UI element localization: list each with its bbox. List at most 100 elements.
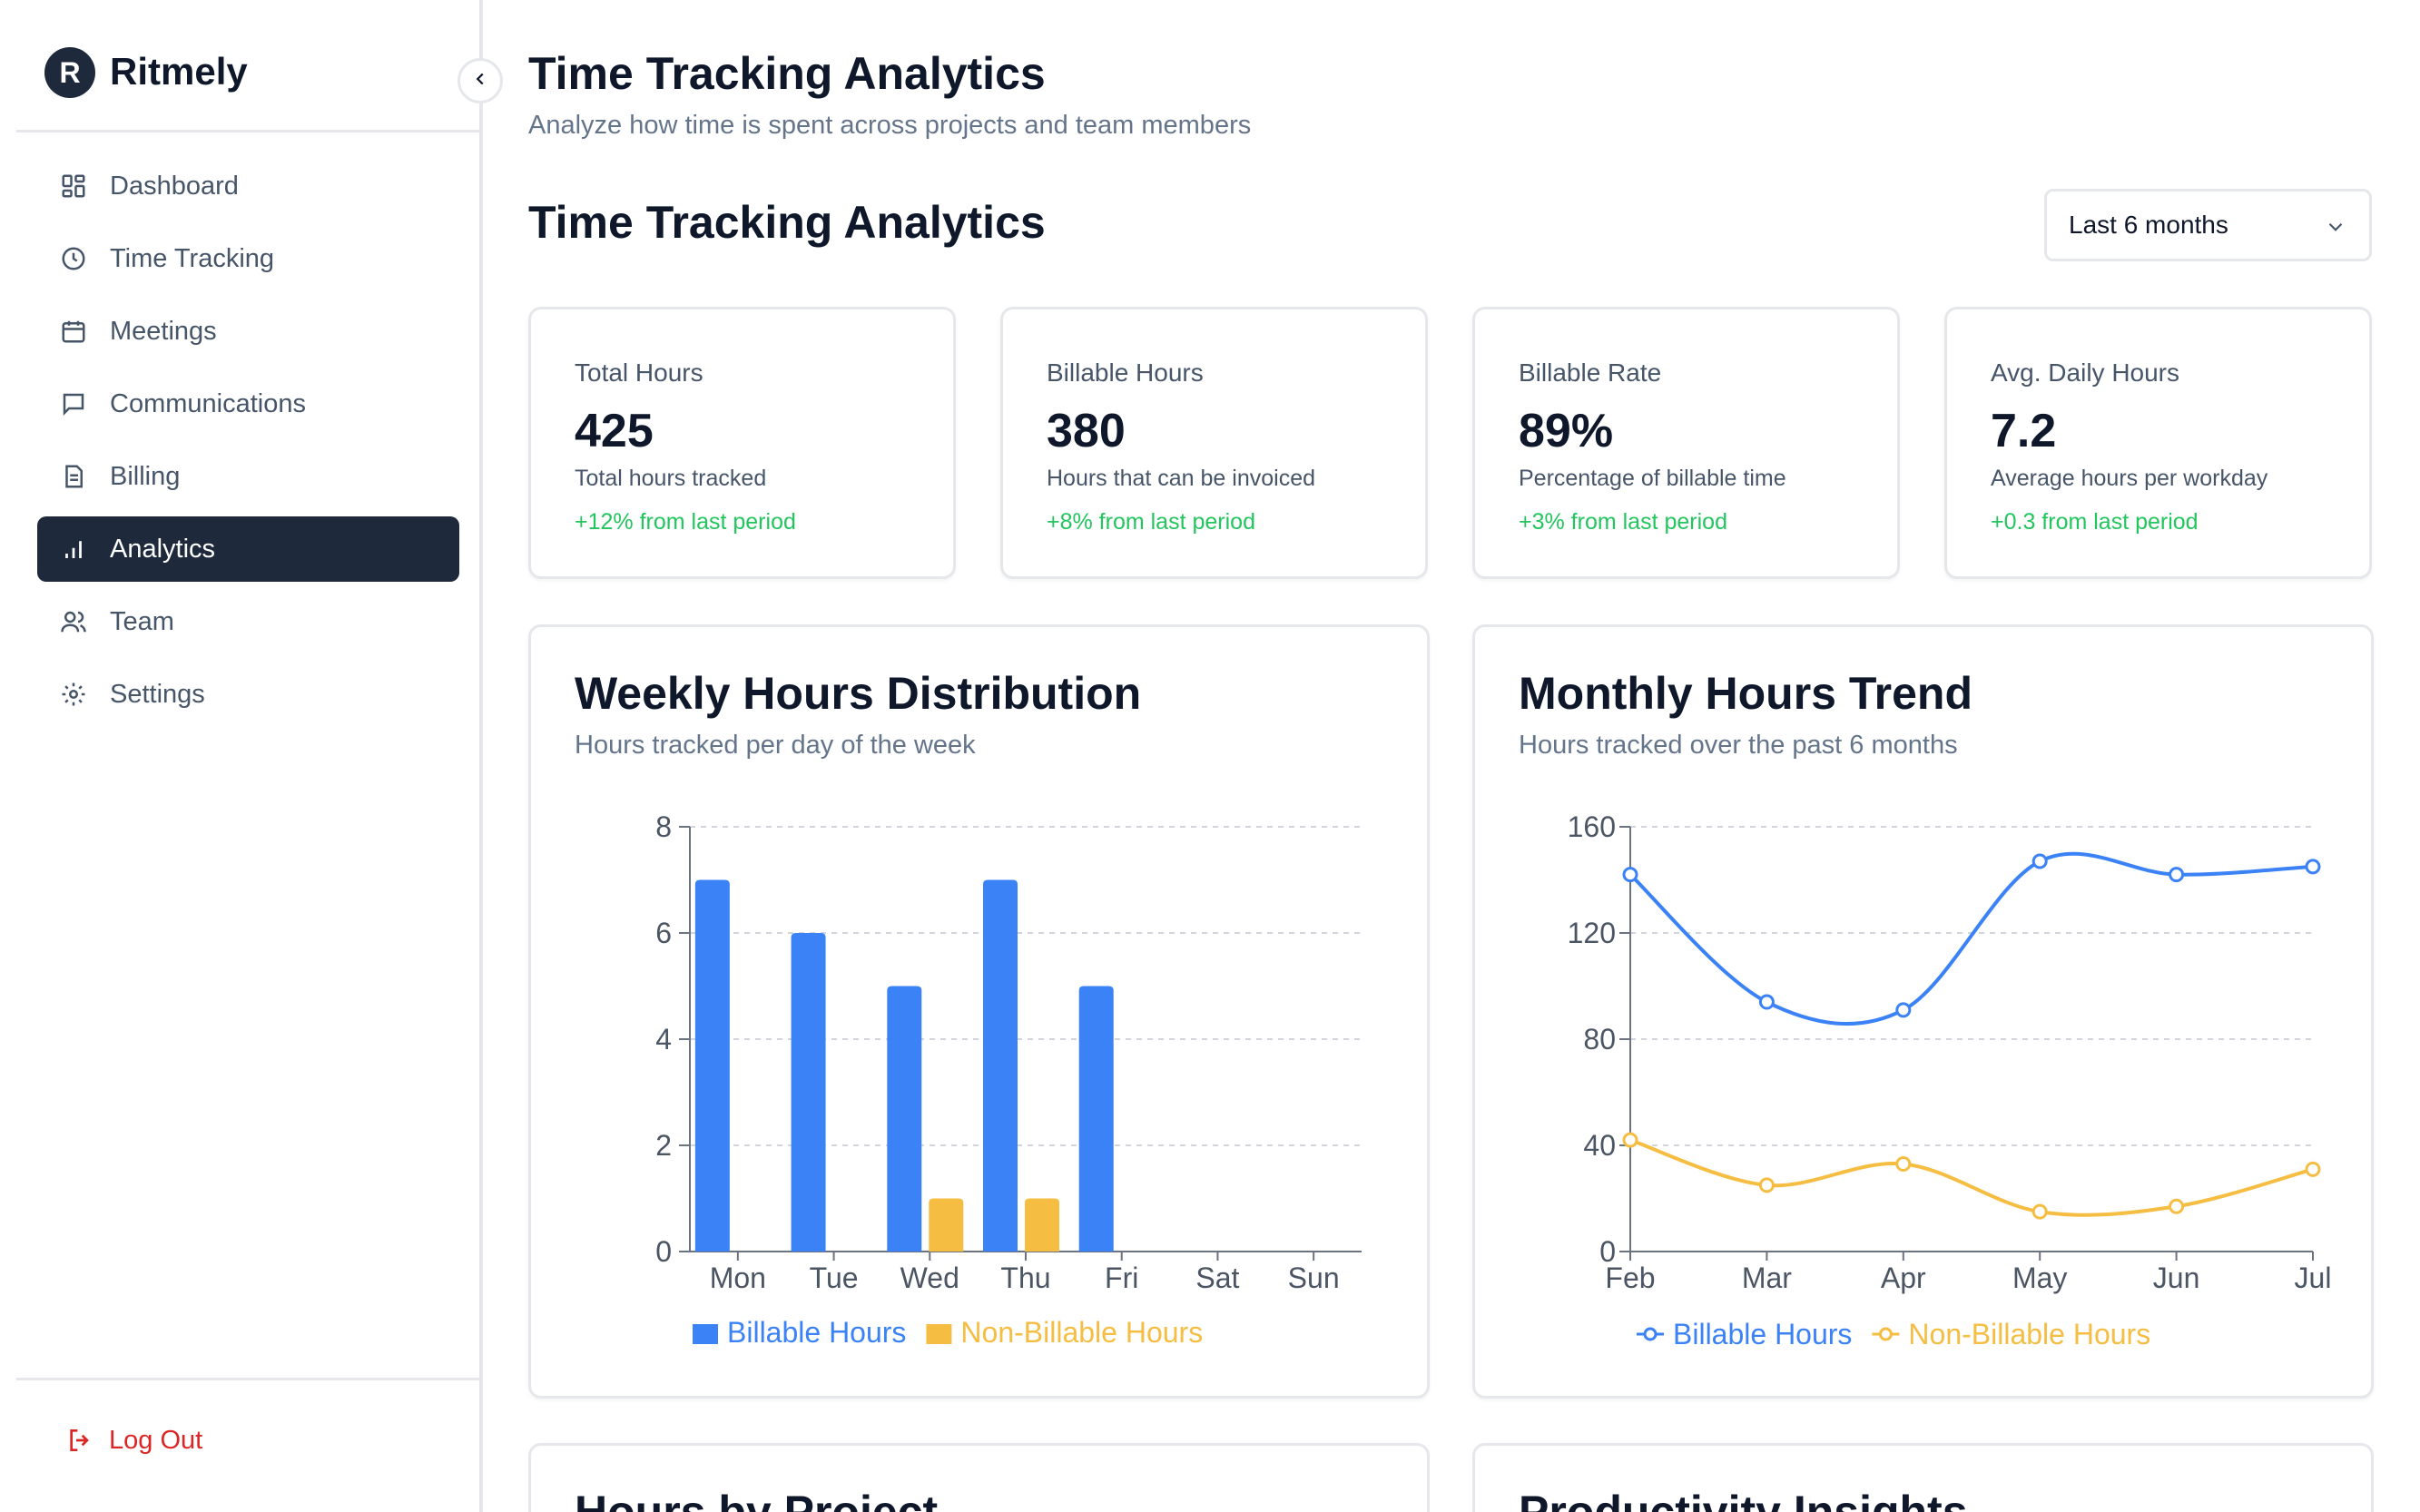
x-tick-label: Wed (900, 1262, 959, 1294)
bar-billable-hours-wed (887, 986, 922, 1252)
stat-change: +8% from last period (1047, 509, 1255, 535)
bar-chart-icon (59, 535, 88, 564)
stat-label: Billable Rate (1519, 358, 1662, 387)
legend-marker (1643, 1327, 1658, 1341)
document-icon (59, 462, 88, 491)
chevron-left-icon (470, 69, 490, 93)
x-tick-label: Feb (1605, 1262, 1655, 1294)
logout-label: Log Out (109, 1425, 203, 1455)
y-tick-label: 40 (1583, 1129, 1616, 1162)
point-billable-hours-jun (2169, 867, 2185, 883)
monthly-trend-card: Monthly Hours Trend Hours tracked over t… (1472, 624, 2374, 1399)
x-tick-label: Fri (1105, 1262, 1138, 1294)
bar-billable-hours-thu (983, 879, 1018, 1252)
x-tick-label: May (2012, 1262, 2067, 1294)
sidebar-item-analytics[interactable]: Analytics (37, 516, 459, 582)
x-tick-label: Mar (1742, 1262, 1792, 1294)
legend-label: Non-Billable Hours (1908, 1318, 2150, 1350)
point-billable-hours-feb (1622, 867, 1638, 883)
legend-label: Non-Billable Hours (960, 1316, 1203, 1349)
stat-card-total-hours: Total Hours 425 Total hours tracked +12%… (528, 307, 956, 579)
dashboard-icon (59, 172, 88, 201)
sidebar-footer: Log Out (16, 1378, 481, 1512)
legend-swatch (693, 1324, 718, 1344)
date-range-select[interactable]: Last 6 months (2044, 189, 2372, 261)
sidebar-item-settings[interactable]: Settings (37, 662, 459, 727)
legend-marker (1878, 1327, 1893, 1341)
sidebar-item-dashboard[interactable]: Dashboard (37, 153, 459, 219)
y-tick-label: 4 (655, 1023, 672, 1055)
bar-billable-hours-mon (694, 879, 730, 1252)
stat-description: Average hours per workday (1991, 466, 2268, 491)
gear-icon (59, 680, 88, 709)
x-tick-label: Apr (1881, 1262, 1926, 1294)
sidebar-item-label: Settings (110, 679, 205, 709)
x-tick-label: Jun (2153, 1262, 2200, 1294)
point-non-billable-hours-may (2031, 1203, 2048, 1220)
brand-logo: R (44, 47, 95, 98)
stat-card-billable-rate: Billable Rate 89% Percentage of billable… (1472, 307, 1900, 579)
date-range-value: Last 6 months (2069, 211, 2228, 239)
bar-billable-hours-fri (1078, 986, 1114, 1252)
sidebar-item-label: Billing (110, 461, 181, 491)
card-title: Hours by Project (575, 1487, 939, 1512)
y-tick-label: 8 (655, 810, 672, 843)
productivity-insights-card: Productivity Insights (1472, 1443, 2374, 1512)
legend-label: Billable Hours (727, 1316, 906, 1349)
x-tick-label: Sun (1288, 1262, 1340, 1294)
calendar-icon (59, 317, 88, 346)
sidebar-item-billing[interactable]: Billing (37, 444, 459, 509)
sidebar-item-meetings[interactable]: Meetings (37, 299, 459, 364)
sidebar-item-time-tracking[interactable]: Time Tracking (37, 226, 459, 291)
page-subtitle: Analyze how time is spent across project… (528, 111, 1252, 140)
monthly-hours-chart: 04080120160Feb Mar Apr May Jun JulBillable Ho… (1568, 810, 2332, 1350)
point-billable-hours-mar (1758, 994, 1775, 1010)
point-billable-hours-jul (2305, 859, 2321, 875)
clock-icon (59, 244, 88, 273)
x-tick-label: Sat (1195, 1262, 1239, 1294)
x-tick-label: Mon (710, 1262, 766, 1294)
point-billable-hours-apr (1895, 1002, 1912, 1018)
sidebar-nav: Dashboard Time Tracking Meetings Communi… (37, 153, 459, 734)
sidebar-item-communications[interactable]: Communications (37, 371, 459, 437)
stat-label: Total Hours (575, 358, 703, 387)
stat-change: +0.3 from last period (1991, 509, 2199, 535)
stat-change: +3% from last period (1519, 509, 1727, 535)
x-tick-label: Jul (2295, 1262, 2332, 1294)
sidebar-item-label: Meetings (110, 316, 217, 346)
y-tick-label: 6 (655, 917, 672, 949)
brand-name: Ritmely (110, 50, 248, 93)
stat-label: Avg. Daily Hours (1991, 358, 2180, 387)
sidebar-item-label: Team (110, 606, 174, 636)
y-tick-label: 80 (1583, 1023, 1616, 1055)
x-tick-label: Tue (810, 1262, 859, 1294)
message-icon (59, 389, 88, 418)
logout-icon (64, 1424, 96, 1457)
weekly-hours-chart: 0 2 4 6 8 Mon Tue Wed Thu Fri Sat Sun Billable Hours… (655, 810, 1362, 1349)
point-non-billable-hours-jul (2305, 1161, 2321, 1177)
point-non-billable-hours-mar (1758, 1177, 1775, 1193)
bar-non-billable-hours-wed (929, 1198, 964, 1252)
collapse-sidebar-button[interactable] (457, 58, 503, 103)
point-non-billable-hours-jun (2169, 1198, 2185, 1214)
users-icon (59, 607, 88, 636)
stat-description: Total hours tracked (575, 466, 767, 491)
y-tick-label: 2 (655, 1129, 672, 1162)
hours-by-project-card: Hours by Project (528, 1443, 1430, 1512)
card-title: Productivity Insights (1519, 1487, 1968, 1512)
sidebar-item-team[interactable]: Team (37, 589, 459, 654)
chevron-down-icon (2324, 215, 2347, 239)
point-non-billable-hours-apr (1895, 1155, 1912, 1172)
bar-billable-hours-tue (791, 933, 826, 1252)
logout-button[interactable]: Log Out (64, 1424, 202, 1457)
sidebar-item-label: Communications (110, 388, 306, 418)
sidebar-item-label: Analytics (110, 534, 216, 564)
stat-description: Percentage of billable time (1519, 466, 1786, 491)
legend-label: Billable Hours (1673, 1318, 1852, 1350)
point-billable-hours-may (2031, 853, 2048, 869)
stat-label: Billable Hours (1047, 358, 1204, 387)
sidebar-item-label: Dashboard (110, 171, 239, 201)
point-non-billable-hours-feb (1622, 1132, 1638, 1148)
stat-description: Hours that can be invoiced (1047, 466, 1316, 491)
y-tick-label: 120 (1568, 917, 1616, 949)
